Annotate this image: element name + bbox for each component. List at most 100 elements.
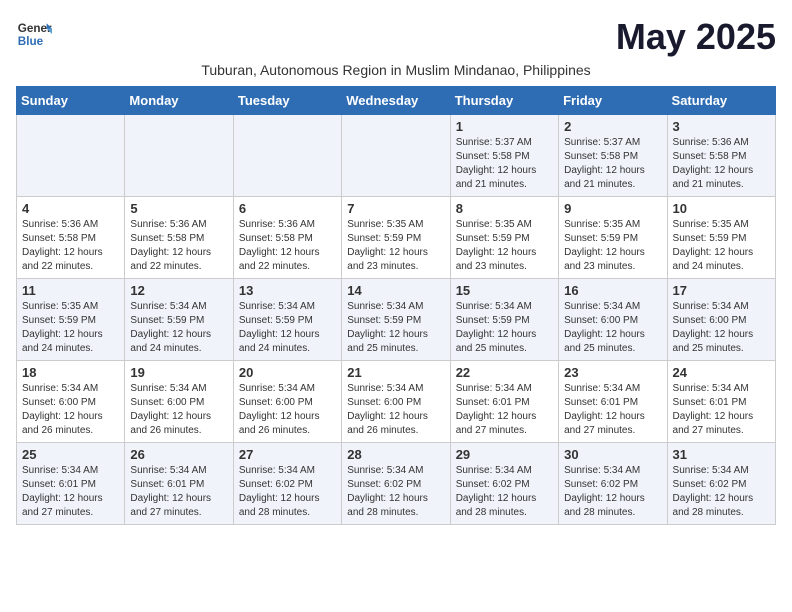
cell-info: Sunrise: 5:34 AM Sunset: 6:01 PM Dayligh… [564, 382, 661, 438]
day-number: 9 [564, 201, 661, 216]
calendar-cell: 17 Sunrise: 5:34 AM Sunset: 6:00 PM Dayli… [667, 279, 775, 361]
day-number: 17 [673, 283, 770, 298]
day-number: 23 [564, 365, 661, 380]
calendar-cell: 1Sunrise: 5:37 AM Sunset: 5:58 PM Daylig… [450, 115, 558, 197]
header-cell-monday: Monday [125, 87, 233, 115]
calendar-table: SundayMondayTuesdayWednesdayThursdayFrid… [16, 86, 776, 525]
calendar-cell: 30 Sunrise: 5:34 AM Sunset: 6:02 PM Dayli… [559, 443, 667, 525]
day-number: 11 [22, 283, 119, 298]
cell-info: Sunrise: 5:34 AM Sunset: 6:01 PM Dayligh… [456, 382, 553, 438]
day-number: 10 [673, 201, 770, 216]
cell-info: Sunrise: 5:34 AM Sunset: 5:59 PM Dayligh… [456, 300, 553, 356]
cell-info: Sunrise: 5:36 AM Sunset: 5:58 PM Dayligh… [130, 218, 227, 274]
header-cell-friday: Friday [559, 87, 667, 115]
cell-info: Sunrise: 5:34 AM Sunset: 6:00 PM Dayligh… [130, 382, 227, 438]
cell-info: Sunrise: 5:34 AM Sunset: 6:00 PM Dayligh… [239, 382, 336, 438]
calendar-cell: 21 Sunrise: 5:34 AM Sunset: 6:00 PM Dayli… [342, 361, 450, 443]
day-number: 21 [347, 365, 444, 380]
calendar-week-row: 25 Sunrise: 5:34 AM Sunset: 6:01 PM Dayli… [17, 443, 776, 525]
calendar-cell: 27 Sunrise: 5:34 AM Sunset: 6:02 PM Dayli… [233, 443, 341, 525]
cell-info: Sunrise: 5:34 AM Sunset: 6:00 PM Dayligh… [673, 300, 770, 356]
day-number: 18 [22, 365, 119, 380]
day-number: 29 [456, 447, 553, 462]
day-number: 6 [239, 201, 336, 216]
calendar-cell: 23 Sunrise: 5:34 AM Sunset: 6:01 PM Dayli… [559, 361, 667, 443]
day-number: 25 [22, 447, 119, 462]
day-number: 4 [22, 201, 119, 216]
header-cell-thursday: Thursday [450, 87, 558, 115]
calendar-body: 1Sunrise: 5:37 AM Sunset: 5:58 PM Daylig… [17, 115, 776, 525]
header: General Blue May 2025 [16, 16, 776, 58]
logo: General Blue [16, 16, 52, 52]
calendar-cell: 25Sunrise: 5:34 AM Sunset: 6:01 PM Dayli… [17, 443, 125, 525]
day-number: 3 [673, 119, 770, 134]
day-number: 31 [673, 447, 770, 462]
cell-info: Sunrise: 5:34 AM Sunset: 6:00 PM Dayligh… [347, 382, 444, 438]
calendar-cell [342, 115, 450, 197]
day-number: 26 [130, 447, 227, 462]
day-number: 16 [564, 283, 661, 298]
calendar-cell: 10Sunrise: 5:35 AM Sunset: 5:59 PM Dayli… [667, 197, 775, 279]
cell-info: Sunrise: 5:36 AM Sunset: 5:58 PM Dayligh… [673, 136, 770, 192]
calendar-cell: 14 Sunrise: 5:34 AM Sunset: 5:59 PM Dayli… [342, 279, 450, 361]
cell-info: Sunrise: 5:34 AM Sunset: 6:01 PM Dayligh… [130, 464, 227, 520]
cell-info: Sunrise: 5:35 AM Sunset: 5:59 PM Dayligh… [564, 218, 661, 274]
calendar-cell: 19 Sunrise: 5:34 AM Sunset: 6:00 PM Dayli… [125, 361, 233, 443]
day-number: 7 [347, 201, 444, 216]
calendar-cell [233, 115, 341, 197]
header-cell-wednesday: Wednesday [342, 87, 450, 115]
day-number: 2 [564, 119, 661, 134]
header-cell-saturday: Saturday [667, 87, 775, 115]
calendar-cell: 11 Sunrise: 5:35 AM Sunset: 5:59 PM Dayli… [17, 279, 125, 361]
cell-info: Sunrise: 5:34 AM Sunset: 6:02 PM Dayligh… [673, 464, 770, 520]
calendar-cell: 15 Sunrise: 5:34 AM Sunset: 5:59 PM Dayli… [450, 279, 558, 361]
day-number: 22 [456, 365, 553, 380]
cell-info: Sunrise: 5:34 AM Sunset: 6:02 PM Dayligh… [456, 464, 553, 520]
day-number: 5 [130, 201, 227, 216]
header-cell-sunday: Sunday [17, 87, 125, 115]
logo-icon: General Blue [16, 16, 52, 52]
day-number: 13 [239, 283, 336, 298]
calendar-cell: 4 Sunrise: 5:36 AM Sunset: 5:58 PM Daylig… [17, 197, 125, 279]
calendar-cell: 31 Sunrise: 5:34 AM Sunset: 6:02 PM Dayli… [667, 443, 775, 525]
calendar-week-row: 4 Sunrise: 5:36 AM Sunset: 5:58 PM Daylig… [17, 197, 776, 279]
cell-info: Sunrise: 5:37 AM Sunset: 5:58 PM Dayligh… [456, 136, 553, 192]
cell-info: Sunrise: 5:34 AM Sunset: 6:01 PM Dayligh… [673, 382, 770, 438]
calendar-cell: 3 Sunrise: 5:36 AM Sunset: 5:58 PM Daylig… [667, 115, 775, 197]
calendar-cell: 8 Sunrise: 5:35 AM Sunset: 5:59 PM Daylig… [450, 197, 558, 279]
calendar-cell: 26 Sunrise: 5:34 AM Sunset: 6:01 PM Dayli… [125, 443, 233, 525]
cell-info: Sunrise: 5:36 AM Sunset: 5:58 PM Dayligh… [22, 218, 119, 274]
cell-info: Sunrise: 5:35 AM Sunset: 5:59 PM Dayligh… [22, 300, 119, 356]
day-number: 27 [239, 447, 336, 462]
day-number: 14 [347, 283, 444, 298]
calendar-week-row: 11 Sunrise: 5:35 AM Sunset: 5:59 PM Dayli… [17, 279, 776, 361]
cell-info: Sunrise: 5:35 AM Sunset: 5:59 PM Dayligh… [456, 218, 553, 274]
calendar-cell: 29 Sunrise: 5:34 AM Sunset: 6:02 PM Dayli… [450, 443, 558, 525]
day-number: 19 [130, 365, 227, 380]
calendar-cell: 12Sunrise: 5:34 AM Sunset: 5:59 PM Dayli… [125, 279, 233, 361]
header-cell-tuesday: Tuesday [233, 87, 341, 115]
day-number: 28 [347, 447, 444, 462]
calendar-cell: 22 Sunrise: 5:34 AM Sunset: 6:01 PM Dayli… [450, 361, 558, 443]
cell-info: Sunrise: 5:36 AM Sunset: 5:58 PM Dayligh… [239, 218, 336, 274]
calendar-cell: 16 Sunrise: 5:34 AM Sunset: 6:00 PM Dayli… [559, 279, 667, 361]
calendar-cell: 13 Sunrise: 5:34 AM Sunset: 5:59 PM Dayli… [233, 279, 341, 361]
day-number: 24 [673, 365, 770, 380]
cell-info: Sunrise: 5:34 AM Sunset: 6:02 PM Dayligh… [564, 464, 661, 520]
calendar-header-row: SundayMondayTuesdayWednesdayThursdayFrid… [17, 87, 776, 115]
cell-info: Sunrise: 5:34 AM Sunset: 5:59 PM Dayligh… [347, 300, 444, 356]
day-number: 30 [564, 447, 661, 462]
cell-info: Sunrise: 5:34 AM Sunset: 6:00 PM Dayligh… [22, 382, 119, 438]
cell-info: Sunrise: 5:34 AM Sunset: 6:00 PM Dayligh… [564, 300, 661, 356]
cell-info: Sunrise: 5:34 AM Sunset: 6:02 PM Dayligh… [347, 464, 444, 520]
cell-info: Sunrise: 5:35 AM Sunset: 5:59 PM Dayligh… [347, 218, 444, 274]
calendar-cell: 7 Sunrise: 5:35 AM Sunset: 5:59 PM Daylig… [342, 197, 450, 279]
cell-info: Sunrise: 5:34 AM Sunset: 6:02 PM Dayligh… [239, 464, 336, 520]
cell-info: Sunrise: 5:34 AM Sunset: 5:59 PM Dayligh… [239, 300, 336, 356]
calendar-cell: 18 Sunrise: 5:34 AM Sunset: 6:00 PM Dayli… [17, 361, 125, 443]
day-number: 8 [456, 201, 553, 216]
day-number: 15 [456, 283, 553, 298]
month-title: May 2025 [616, 16, 776, 58]
calendar-cell: 2Sunrise: 5:37 AM Sunset: 5:58 PM Daylig… [559, 115, 667, 197]
day-number: 12 [130, 283, 227, 298]
